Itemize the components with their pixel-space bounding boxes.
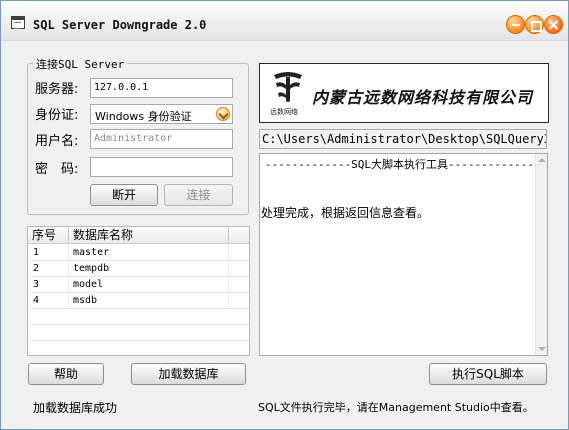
help-button[interactable]: 帮助 bbox=[28, 363, 104, 385]
server-label: 服务器: bbox=[35, 82, 79, 97]
row-db-name: master bbox=[69, 245, 229, 261]
server-input[interactable]: 127.0.0.1 bbox=[90, 78, 233, 98]
table-row-empty bbox=[28, 309, 249, 325]
chevron-down-icon[interactable] bbox=[216, 107, 230, 121]
row-index: 1 bbox=[28, 245, 69, 261]
table-row[interactable]: 3 model bbox=[28, 277, 249, 293]
user-label: 用户名: bbox=[35, 134, 79, 149]
auth-select-value: Windows 身份验证 bbox=[95, 110, 192, 123]
window-title: SQL Server Downgrade 2.0 bbox=[33, 18, 207, 32]
column-header-index[interactable]: 序号 bbox=[28, 227, 69, 244]
scroll-down-icon[interactable] bbox=[538, 347, 546, 351]
sql-file-path-input[interactable]: C:\Users\Administrator\Desktop\SQLQuery3… bbox=[259, 129, 547, 149]
status-right: SQL文件执行完毕，请在Management Studio中查看。 bbox=[258, 401, 534, 414]
table-row[interactable]: 4 msdb bbox=[28, 293, 249, 309]
close-button[interactable] bbox=[544, 15, 563, 34]
table-row[interactable]: 2 tempdb bbox=[28, 261, 249, 277]
database-list-header: 序号 数据库名称 bbox=[28, 227, 249, 244]
table-row-empty bbox=[28, 325, 249, 341]
disconnect-button[interactable]: 断开 bbox=[90, 184, 158, 206]
app-window-icon bbox=[11, 16, 25, 29]
company-logo-banner: 远数网络 内蒙古远数网络科技有限公司 bbox=[259, 63, 549, 123]
status-left: 加载数据库成功 bbox=[33, 401, 118, 415]
user-input[interactable]: Administrator bbox=[90, 129, 233, 149]
output-scrollbar[interactable] bbox=[535, 154, 547, 355]
connection-group-title: 连接SQL Server bbox=[33, 56, 128, 72]
scroll-up-icon[interactable] bbox=[538, 158, 546, 162]
maximize-button[interactable] bbox=[525, 15, 544, 34]
execute-sql-button[interactable]: 执行SQL脚本 bbox=[429, 363, 547, 385]
logo-caption: 远数网络 bbox=[270, 108, 298, 116]
load-database-button[interactable]: 加载数据库 bbox=[131, 363, 246, 385]
row-db-name: msdb bbox=[69, 293, 229, 309]
column-header-spacer bbox=[229, 227, 249, 244]
connect-button[interactable]: 连接 bbox=[164, 184, 233, 206]
password-label: 密 码: bbox=[35, 162, 79, 177]
column-header-name[interactable]: 数据库名称 bbox=[69, 227, 229, 244]
row-index: 4 bbox=[28, 293, 69, 309]
table-row[interactable]: 1 master bbox=[28, 245, 249, 261]
main-window: SQL Server Downgrade 2.0 连接SQL Server 服务… bbox=[0, 0, 569, 430]
execution-output-textarea[interactable]: -------------SQL大脚本执行工具-------------- 处理… bbox=[259, 153, 548, 356]
company-name: 内蒙古远数网络科技有限公司 bbox=[312, 88, 534, 107]
output-message-text: 处理完成，根据返回信息查看。 bbox=[261, 206, 430, 220]
title-bar[interactable]: SQL Server Downgrade 2.0 bbox=[1, 1, 568, 41]
row-index: 3 bbox=[28, 277, 69, 293]
row-db-name: tempdb bbox=[69, 261, 229, 277]
password-input[interactable] bbox=[90, 157, 233, 177]
database-list[interactable]: 序号 数据库名称 1 master 2 tempdb 3 model 4 msd… bbox=[27, 226, 250, 356]
output-header-text: -------------SQL大脚本执行工具-------------- bbox=[265, 158, 541, 171]
company-logo-icon bbox=[274, 72, 302, 102]
row-index: 2 bbox=[28, 261, 69, 277]
minimize-button[interactable] bbox=[506, 15, 525, 34]
auth-label: 身份证: bbox=[35, 108, 79, 123]
row-db-name: model bbox=[69, 277, 229, 293]
auth-select[interactable]: Windows 身份验证 bbox=[90, 104, 233, 124]
